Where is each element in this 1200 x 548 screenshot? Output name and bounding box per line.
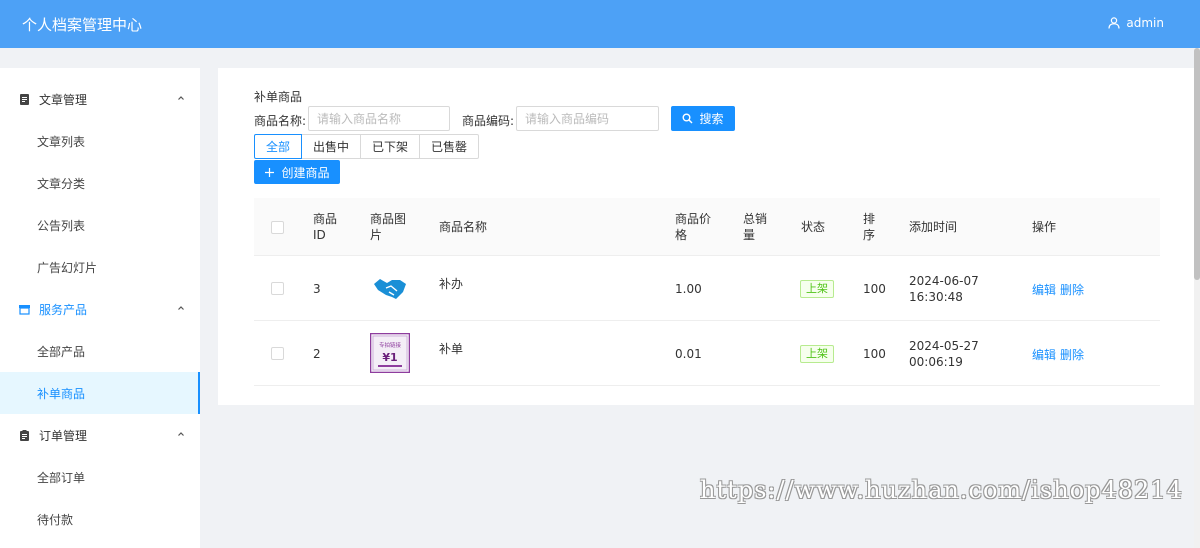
page-scrollbar[interactable]	[1194, 48, 1200, 548]
tab-on-sale[interactable]: 出售中	[301, 134, 362, 159]
main-card: 补单商品 商品名称: 商品编码: 搜索 全部 出售中 已下架 已售罄 创建商品 …	[218, 68, 1200, 405]
menu-group-label: 订单管理	[39, 428, 88, 443]
delete-link[interactable]: 删除	[1060, 281, 1084, 298]
table-row: 3 补办 1.00 上架 100 2024-06-07 16:30:48 编辑 删…	[254, 256, 1160, 321]
row-checkbox[interactable]	[271, 347, 284, 360]
edit-link[interactable]: 编辑	[1032, 346, 1056, 363]
product-table: 商品 ID 商品图片 商品名称 商品价格 总销量 状态 排序 添加时间 操作 3 …	[254, 198, 1160, 386]
row-sort: 100	[863, 282, 886, 296]
menu-group-services[interactable]: 服务产品	[0, 288, 200, 330]
sidebar-item-article-list[interactable]: 文章列表	[0, 120, 200, 162]
col-price: 商品价格	[675, 212, 712, 242]
row-price: 0.01	[675, 347, 702, 361]
sidebar-item-article-category[interactable]: 文章分类	[0, 162, 200, 204]
product-code-label: 商品编码:	[462, 114, 515, 128]
sidebar-item-banner[interactable]: 广告幻灯片	[0, 246, 200, 288]
status-badge: 上架	[800, 280, 834, 298]
sidebar-item-notice-list[interactable]: 公告列表	[0, 204, 200, 246]
chevron-up-icon	[178, 432, 184, 436]
document-icon	[18, 93, 31, 106]
row-time: 2024-06-07 16:30:48	[909, 274, 979, 304]
promo-card-caption: 专拍链接	[379, 341, 402, 349]
watermark-text: https://www.huzhan.com/ishop48214	[700, 476, 1183, 504]
row-time: 2024-05-27 00:06:19	[909, 339, 979, 369]
create-product-button[interactable]: 创建商品	[254, 160, 340, 184]
row-name: 补单	[439, 342, 464, 356]
table-header: 商品 ID 商品图片 商品名称 商品价格 总销量 状态 排序 添加时间 操作	[254, 198, 1160, 256]
delete-link[interactable]: 删除	[1060, 346, 1084, 363]
edit-link[interactable]: 编辑	[1032, 281, 1056, 298]
table-row: 2 专拍链接 ¥1 补单 0.01 上架 100 2024-05-27 00:06…	[254, 321, 1160, 386]
clipboard-icon	[18, 429, 31, 442]
promo-card-price: ¥1	[382, 351, 397, 364]
col-sales: 总销量	[743, 212, 768, 242]
sidebar-item-supplement-products[interactable]: 补单商品	[0, 372, 200, 414]
username: admin	[1126, 16, 1164, 30]
col-id: 商品 ID	[313, 212, 338, 242]
col-image: 商品图片	[370, 212, 407, 242]
plus-icon	[265, 167, 275, 177]
col-name: 商品名称	[439, 220, 488, 234]
col-status: 状态	[801, 220, 826, 234]
tab-all[interactable]: 全部	[254, 134, 303, 159]
menu-group-label: 文章管理	[39, 92, 88, 107]
row-name: 补办	[439, 277, 464, 291]
shop-icon	[18, 303, 31, 316]
col-sort: 排序	[863, 212, 876, 242]
row-checkbox[interactable]	[271, 282, 284, 295]
menu-group-articles[interactable]: 文章管理	[0, 78, 200, 120]
handshake-icon	[374, 279, 406, 299]
search-icon	[682, 113, 693, 124]
top-header: 个人档案管理中心 admin	[0, 0, 1200, 48]
tab-sold-out[interactable]: 已售罄	[419, 134, 480, 159]
status-tabs: 全部 出售中 已下架 已售罄	[254, 134, 480, 159]
row-price: 1.00	[675, 282, 702, 296]
scrollbar-thumb[interactable]	[1194, 48, 1200, 280]
tab-off-shelf[interactable]: 已下架	[360, 134, 421, 159]
promo-card-image: 专拍链接 ¥1	[370, 333, 410, 373]
product-name-label: 商品名称:	[254, 114, 307, 128]
sidebar-item-pending-payment[interactable]: 待付款	[0, 498, 200, 540]
user-menu[interactable]: admin	[1108, 16, 1164, 30]
row-id: 3	[313, 282, 321, 296]
status-badge: 上架	[800, 345, 834, 363]
search-button[interactable]: 搜索	[671, 106, 735, 131]
sidebar-item-all-orders[interactable]: 全部订单	[0, 456, 200, 498]
chevron-up-icon	[178, 96, 184, 100]
menu-group-label: 服务产品	[39, 302, 88, 317]
page-title: 补单商品	[254, 90, 303, 104]
app-title: 个人档案管理中心	[22, 16, 143, 34]
create-product-label: 创建商品	[281, 165, 330, 180]
search-button-label: 搜索	[699, 112, 724, 126]
product-name-input[interactable]	[308, 106, 450, 131]
sidebar: 文章管理 文章列表 文章分类 公告列表 广告幻灯片 服务产品 全部产品 补单商品…	[0, 68, 200, 548]
chevron-up-icon	[178, 306, 184, 310]
user-icon	[1108, 17, 1120, 29]
col-actions: 操作	[1032, 220, 1057, 234]
select-all-checkbox[interactable]	[271, 221, 284, 234]
col-time: 添加时间	[909, 220, 958, 234]
menu-group-orders[interactable]: 订单管理	[0, 414, 200, 456]
sidebar-item-all-products[interactable]: 全部产品	[0, 330, 200, 372]
row-sort: 100	[863, 347, 886, 361]
product-code-input[interactable]	[516, 106, 659, 131]
row-id: 2	[313, 347, 321, 361]
